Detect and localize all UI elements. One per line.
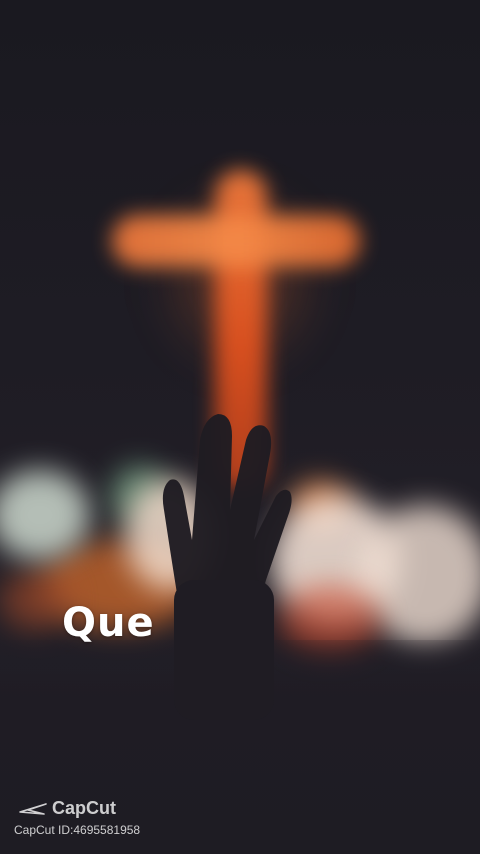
watermark-logo-row: CapCut bbox=[18, 798, 140, 819]
video-frame: Que CapCut CapCut ID:4695581958 bbox=[0, 0, 480, 854]
raised-hand-silhouette bbox=[162, 414, 292, 720]
lyric-caption: Que bbox=[62, 600, 155, 646]
capcut-watermark: CapCut CapCut ID:4695581958 bbox=[14, 798, 140, 837]
watermark-id: CapCut ID:4695581958 bbox=[14, 823, 141, 837]
bokeh-light bbox=[0, 570, 70, 630]
watermark-brand: CapCut bbox=[52, 798, 116, 818]
cross-horizontal-beam bbox=[112, 215, 360, 267]
capcut-logo-icon bbox=[19, 802, 47, 815]
